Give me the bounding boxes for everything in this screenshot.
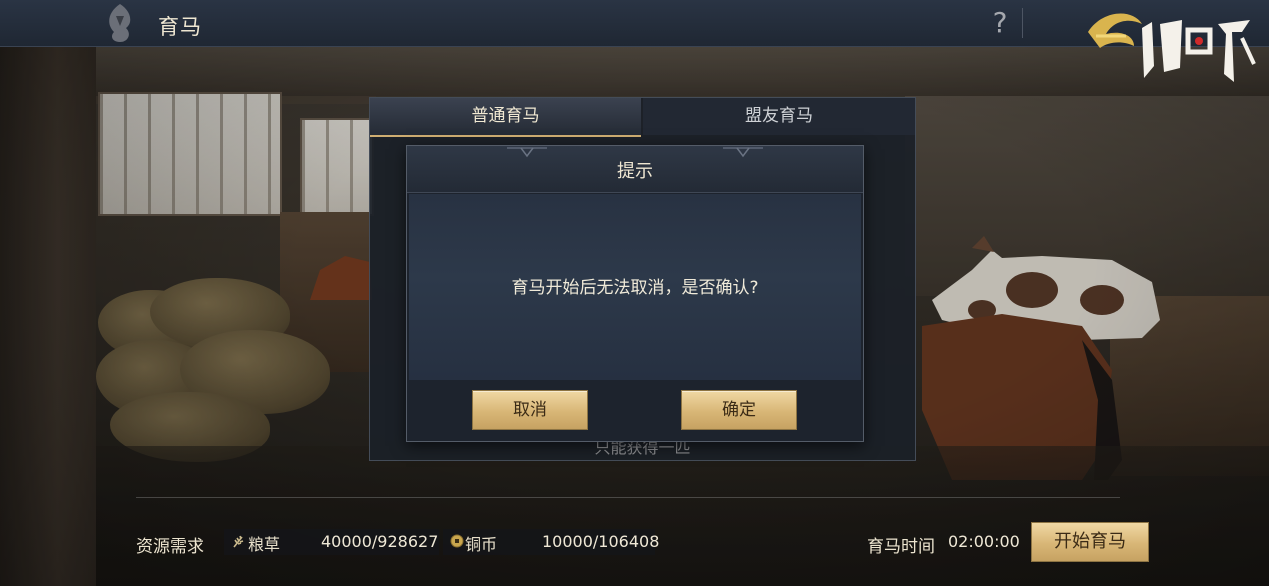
tab-common-breeding[interactable]: 普通育马: [370, 98, 641, 137]
dialog-title: 提示: [617, 161, 653, 182]
grain-icon: [233, 535, 244, 548]
resource-value: 40000/928627: [321, 532, 439, 551]
top-bar: 育马 ?: [0, 0, 1269, 47]
coin-icon: [450, 534, 464, 548]
cancel-button[interactable]: 取消: [472, 390, 588, 430]
dialog-message: 育马开始后无法取消，是否确认?: [511, 278, 759, 298]
divider: [136, 497, 1120, 498]
dialog-header: 提示: [407, 146, 863, 193]
game-logo: [1088, 13, 1256, 82]
page-title: 育马: [158, 15, 202, 39]
confirm-button[interactable]: 确定: [681, 390, 797, 430]
breeding-time-label: 育马时间: [867, 537, 935, 557]
breeding-time-value: 02:00:00: [948, 532, 1020, 551]
resource-value: 10000/106408: [542, 532, 660, 551]
help-button[interactable]: ?: [982, 6, 1018, 40]
tab-ally-breeding[interactable]: 盟友育马: [643, 98, 915, 135]
confirm-dialog: 提示 育马开始后无法取消，是否确认? 取消 确定: [406, 145, 864, 442]
dragon-emblem-icon: [109, 4, 131, 42]
start-breeding-button[interactable]: 开始育马: [1031, 522, 1149, 562]
dialog-body: 育马开始后无法取消，是否确认?: [409, 194, 861, 380]
resource-name: 粮草: [248, 535, 281, 554]
resource-name: 铜币: [465, 535, 498, 554]
divider: [1022, 8, 1023, 38]
resource-requirement-label: 资源需求: [136, 537, 204, 557]
